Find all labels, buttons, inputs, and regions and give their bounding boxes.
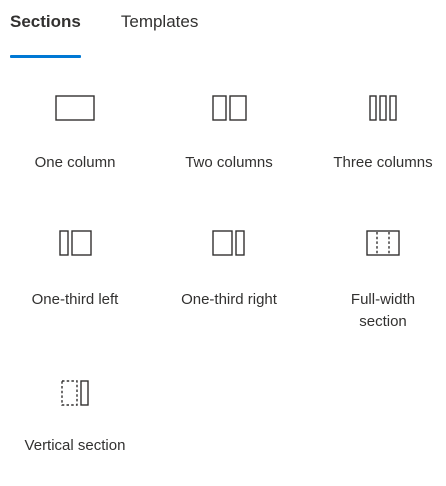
- section-tabs: Sections Templates: [10, 0, 198, 58]
- one-third-right-option[interactable]: One-third right: [154, 227, 304, 311]
- tab-sections[interactable]: Sections: [10, 0, 81, 58]
- one-third-right-icon: [212, 230, 245, 256]
- full-width-section-option[interactable]: Full-width section: [308, 227, 446, 333]
- vertical-section-option[interactable]: Vertical section: [0, 377, 150, 457]
- one-column-icon: [55, 95, 95, 121]
- tile-label: One column: [34, 154, 116, 171]
- two-columns-option[interactable]: Two columns: [154, 92, 304, 174]
- tile-label: One-third right: [181, 291, 277, 308]
- tile-label: One-third left: [31, 291, 119, 308]
- two-columns-icon: [212, 95, 247, 121]
- tile-label: Vertical section: [24, 437, 126, 454]
- one-column-option[interactable]: One column: [0, 92, 150, 174]
- three-columns-icon: [369, 95, 397, 121]
- tab-templates[interactable]: Templates: [121, 0, 198, 58]
- full-width-section-icon: [366, 230, 400, 256]
- tile-label: Three columns: [333, 154, 433, 171]
- tile-label: Two columns: [185, 154, 273, 171]
- one-third-left-option[interactable]: One-third left: [0, 227, 150, 311]
- vertical-section-icon: [61, 380, 89, 406]
- one-third-left-icon: [59, 230, 92, 256]
- three-columns-option[interactable]: Three columns: [308, 92, 446, 174]
- tile-label: Full-width section: [350, 291, 416, 330]
